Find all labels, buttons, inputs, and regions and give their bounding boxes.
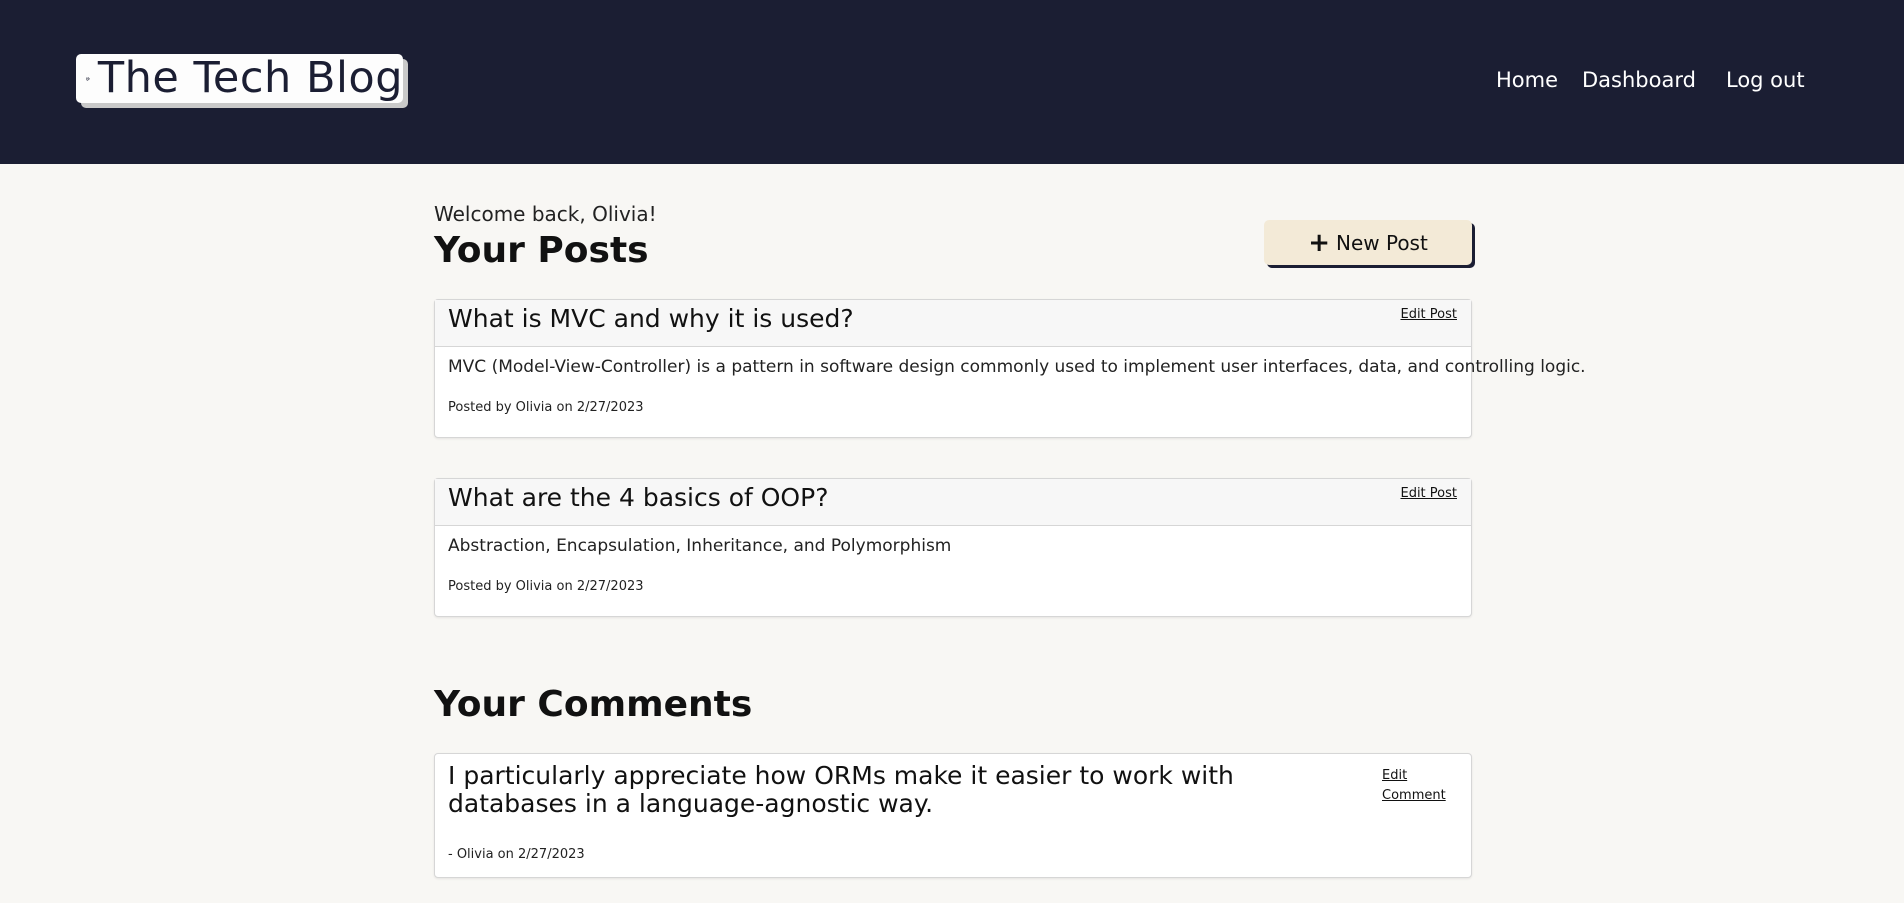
post-content: MVC (Model-View-Controller) is a pattern… (448, 357, 1586, 377)
comment-meta: - Olivia on 2/27/2023 (448, 847, 585, 862)
edit-post-link[interactable]: Edit Post (1400, 307, 1457, 322)
post-title[interactable]: What is MVC and why it is used? (448, 304, 854, 333)
post-card: What are the 4 basics of OOP? Edit Post … (434, 478, 1472, 617)
new-post-button[interactable]: + New Post (1264, 220, 1472, 265)
post-card-header: What are the 4 basics of OOP? Edit Post (435, 479, 1471, 526)
post-meta: Posted by Olivia on 2/27/2023 (448, 400, 644, 415)
post-card-body: MVC (Model-View-Controller) is a pattern… (435, 347, 1586, 425)
post-meta: Posted by Olivia on 2/27/2023 (448, 579, 644, 594)
post-card: What is MVC and why it is used? Edit Pos… (434, 299, 1586, 438)
site-header: The Tech Blog Home Dashboard Log out (0, 0, 1904, 164)
nav-dashboard-link[interactable]: Dashboard (1582, 66, 1696, 94)
new-post-label: New Post (1335, 230, 1428, 255)
main-nav: Home Dashboard Log out (0, 66, 1904, 96)
comments-heading: Your Comments (434, 684, 753, 725)
comment-card: I particularly appreciate how ORMs make … (434, 753, 1472, 878)
post-title[interactable]: What are the 4 basics of OOP? (448, 483, 828, 512)
post-content: Abstraction, Encapsulation, Inheritance,… (448, 536, 952, 556)
welcome-message: Welcome back, Olivia! (434, 202, 657, 226)
post-card-body: Abstraction, Encapsulation, Inheritance,… (435, 526, 1471, 604)
posts-heading: Your Posts (434, 230, 649, 271)
post-card-header: What is MVC and why it is used? Edit Pos… (435, 300, 1471, 347)
plus-icon: + (1308, 227, 1330, 258)
edit-post-link[interactable]: Edit Post (1400, 486, 1457, 501)
nav-logout-link[interactable]: Log out (1726, 66, 1805, 94)
nav-home-link[interactable]: Home (1496, 66, 1558, 94)
edit-comment-link[interactable]: Edit Comment (1382, 766, 1452, 806)
comment-text: I particularly appreciate how ORMs make … (448, 761, 1234, 818)
